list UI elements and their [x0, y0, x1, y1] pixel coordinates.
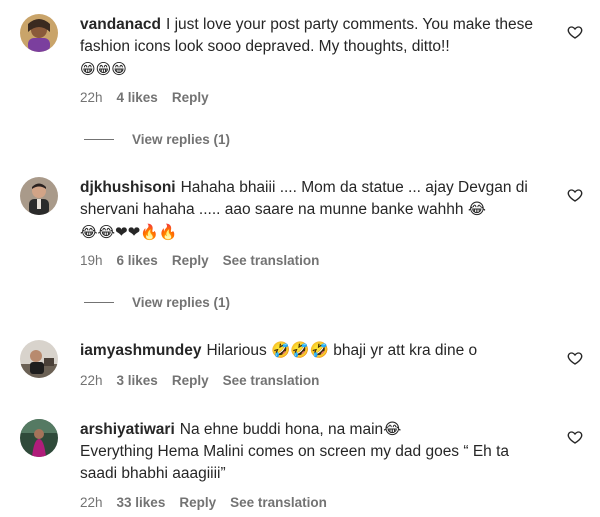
comment-emoji: 😂😂❤❤🔥🔥 — [80, 223, 178, 241]
heart-outline-icon[interactable] — [567, 350, 583, 366]
avatar[interactable] — [20, 177, 58, 215]
see-translation-button[interactable]: See translation — [230, 495, 327, 510]
reply-button[interactable]: Reply — [172, 90, 209, 105]
replies-divider — [84, 139, 114, 140]
reply-button[interactable]: Reply — [179, 495, 216, 510]
see-translation-button[interactable]: See translation — [223, 373, 320, 388]
heart-outline-icon[interactable] — [567, 187, 583, 203]
heart-outline-icon[interactable] — [567, 429, 583, 445]
comment-meta: 19h 6 likes Reply See translation — [80, 253, 319, 268]
comment-likes[interactable]: 6 likes — [117, 253, 158, 268]
comment-time: 22h — [80, 90, 103, 105]
see-translation-button[interactable]: See translation — [223, 253, 320, 268]
avatar[interactable] — [20, 340, 58, 378]
comment-text: djkhushisoni Hahaha bhaiii .... Mom da st… — [80, 177, 550, 244]
comment-text: iamyashmundey Hilarious 🤣🤣🤣 bhaji yr att … — [80, 340, 550, 362]
avatar[interactable] — [20, 14, 58, 52]
comment-body: Hilarious 🤣🤣🤣 bhaji yr att kra dine o — [206, 342, 478, 359]
reply-button[interactable]: Reply — [172, 253, 209, 268]
view-replies-button[interactable]: View replies (1) — [84, 132, 230, 147]
comment-likes[interactable]: 3 likes — [117, 373, 158, 388]
comment-username[interactable]: vandanacd — [80, 16, 161, 33]
comment-text: vandanacd I just love your post party com… — [80, 14, 550, 81]
view-replies-button[interactable]: View replies (1) — [84, 295, 230, 310]
heart-outline-icon[interactable] — [567, 24, 583, 40]
comment-username[interactable]: iamyashmundey — [80, 342, 201, 359]
comment-likes[interactable]: 4 likes — [117, 90, 158, 105]
reply-button[interactable]: Reply — [172, 373, 209, 388]
comment-time: 22h — [80, 495, 103, 510]
comment-meta: 22h 3 likes Reply See translation — [80, 373, 319, 388]
replies-divider — [84, 302, 114, 303]
comment-text: arshiyatiwari Na ehne buddi hona, na main… — [80, 419, 550, 485]
comment-body-continued: Everything Hema Malini comes on screen m… — [80, 443, 510, 482]
comment-time: 22h — [80, 373, 103, 388]
comment-username[interactable]: arshiyatiwari — [80, 421, 175, 438]
view-replies-label[interactable]: View replies (1) — [132, 132, 230, 147]
view-replies-label[interactable]: View replies (1) — [132, 295, 230, 310]
comment-body: Na ehne buddi hona, na main😂 — [179, 421, 402, 438]
avatar[interactable] — [20, 419, 58, 457]
comment-meta: 22h 4 likes Reply — [80, 90, 209, 105]
comment-emoji: 😁😁😁 — [80, 60, 127, 78]
comment-likes[interactable]: 33 likes — [117, 495, 166, 510]
comment-meta: 22h 33 likes Reply See translation — [80, 495, 327, 510]
comment-username[interactable]: djkhushisoni — [80, 179, 176, 196]
comment-time: 19h — [80, 253, 103, 268]
